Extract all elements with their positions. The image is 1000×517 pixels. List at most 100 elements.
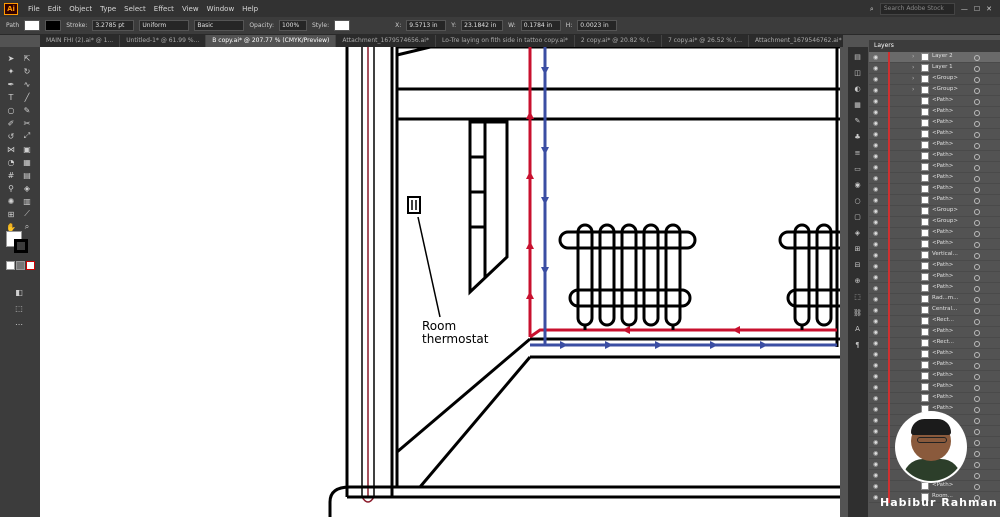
artboards-panel-icon[interactable]: ⊞	[853, 245, 862, 253]
target-circle-icon[interactable]	[974, 319, 980, 325]
layer-row[interactable]: ◉ › <Group>	[869, 85, 1000, 96]
target-circle-icon[interactable]	[974, 110, 980, 116]
target-circle-icon[interactable]	[974, 407, 980, 413]
visibility-eye-icon[interactable]: ◉	[873, 417, 878, 424]
more-tools-icon[interactable]: ⋯	[14, 319, 24, 329]
target-circle-icon[interactable]	[974, 297, 980, 303]
stock-search-input[interactable]: Search Adobe Stock	[879, 3, 955, 15]
visibility-eye-icon[interactable]: ◉	[873, 274, 878, 281]
visibility-eye-icon[interactable]: ◉	[873, 219, 878, 226]
width-tool-icon[interactable]: ⋈	[6, 144, 16, 154]
layer-row[interactable]: ◉ <Path>	[869, 349, 1000, 360]
tab-doc-6[interactable]: 2 copy.ai* @ 20.82 % (...	[575, 35, 662, 47]
layer-row[interactable]: ◉ Central...	[869, 305, 1000, 316]
layer-row[interactable]: ◉ <Path>	[869, 239, 1000, 250]
target-circle-icon[interactable]	[974, 187, 980, 193]
target-circle-icon[interactable]	[974, 198, 980, 204]
visibility-eye-icon[interactable]: ◉	[873, 483, 878, 490]
target-circle-icon[interactable]	[974, 99, 980, 105]
target-circle-icon[interactable]	[974, 176, 980, 182]
visibility-eye-icon[interactable]: ◉	[873, 395, 878, 402]
layer-row[interactable]: ◉ <Group>	[869, 217, 1000, 228]
visibility-eye-icon[interactable]: ◉	[873, 406, 878, 413]
artboard-canvas[interactable]: Room thermostat	[40, 47, 840, 517]
visibility-eye-icon[interactable]: ◉	[873, 153, 878, 160]
target-circle-icon[interactable]	[974, 154, 980, 160]
stroke-weight-field[interactable]: 3.2785 pt	[92, 20, 135, 31]
selection-tool-icon[interactable]: ➤	[6, 53, 16, 63]
layer-row[interactable]: ◉ <Path>	[869, 162, 1000, 173]
visibility-eye-icon[interactable]: ◉	[873, 164, 878, 171]
visibility-eye-icon[interactable]: ◉	[873, 472, 878, 479]
minimize-icon[interactable]: —	[961, 5, 968, 13]
menu-type[interactable]: Type	[100, 5, 116, 13]
close-icon[interactable]: ✕	[986, 5, 992, 13]
visibility-eye-icon[interactable]: ◉	[873, 230, 878, 237]
target-circle-icon[interactable]	[974, 363, 980, 369]
target-circle-icon[interactable]	[974, 220, 980, 226]
ellipse-tool-icon[interactable]: ○	[6, 105, 16, 115]
perspective-grid-icon[interactable]: ▦	[22, 157, 32, 167]
target-circle-icon[interactable]	[974, 440, 980, 446]
layer-row[interactable]: ◉ <Path>	[869, 393, 1000, 404]
appearance-panel-icon[interactable]: ○	[853, 197, 862, 205]
blend-tool-icon[interactable]: ◈	[22, 183, 32, 193]
layer-row[interactable]: ◉ <Path>	[869, 382, 1000, 393]
align-panel-icon[interactable]: ⊟	[853, 261, 862, 269]
maximize-icon[interactable]: ☐	[974, 5, 980, 13]
shaper-tool-icon[interactable]: ✐	[6, 118, 16, 128]
layer-row[interactable]: ◉ <Path>	[869, 118, 1000, 129]
visibility-eye-icon[interactable]: ◉	[873, 131, 878, 138]
layer-row[interactable]: ◉ <Path>	[869, 283, 1000, 294]
properties-panel-icon[interactable]: ▤	[853, 53, 862, 61]
visibility-eye-icon[interactable]: ◉	[873, 285, 878, 292]
layer-row[interactable]: ◉ <Path>	[869, 129, 1000, 140]
stroke-color-icon[interactable]	[14, 239, 28, 253]
target-circle-icon[interactable]	[974, 429, 980, 435]
screen-mode-icon[interactable]: ⬚	[14, 303, 24, 313]
layer-row[interactable]: ◉ <Path>	[869, 261, 1000, 272]
layer-row[interactable]: ◉ <Path>	[869, 107, 1000, 118]
target-circle-icon[interactable]	[974, 143, 980, 149]
visibility-eye-icon[interactable]: ◉	[873, 98, 878, 105]
w-field[interactable]: 0.1784 in	[520, 20, 561, 31]
visibility-eye-icon[interactable]: ◉	[873, 351, 878, 358]
visibility-eye-icon[interactable]: ◉	[873, 87, 878, 94]
visibility-eye-icon[interactable]: ◉	[873, 340, 878, 347]
menu-effect[interactable]: Effect	[154, 5, 174, 13]
shape-builder-icon[interactable]: ◔	[6, 157, 16, 167]
target-circle-icon[interactable]	[974, 55, 980, 61]
tab-doc-2[interactable]: Untitled-1* @ 61.99 %...	[120, 35, 207, 47]
brushes-panel-icon[interactable]: ✎	[853, 117, 862, 125]
target-circle-icon[interactable]	[974, 253, 980, 259]
visibility-eye-icon[interactable]: ◉	[873, 120, 878, 127]
tab-doc-3-active[interactable]: B copy.ai* @ 207.77 % (CMYK/Preview)	[206, 35, 337, 47]
layers-panel-icon[interactable]: ◈	[853, 229, 862, 237]
target-circle-icon[interactable]	[974, 330, 980, 336]
character-panel-icon[interactable]: A	[853, 325, 862, 333]
magic-wand-icon[interactable]: ✦	[6, 66, 16, 76]
visibility-eye-icon[interactable]: ◉	[873, 450, 878, 457]
visibility-eye-icon[interactable]: ◉	[873, 241, 878, 248]
tab-doc-1[interactable]: MAIN FHI (2).ai* @ 1...	[40, 35, 121, 47]
scissors-icon[interactable]: ✂	[22, 118, 32, 128]
visibility-eye-icon[interactable]: ◉	[873, 461, 878, 468]
layer-row[interactable]: ◉ Rad...m...	[869, 294, 1000, 305]
swatches-panel-icon[interactable]: ▦	[853, 101, 862, 109]
menu-window[interactable]: Window	[207, 5, 235, 13]
target-circle-icon[interactable]	[974, 77, 980, 83]
visibility-eye-icon[interactable]: ◉	[873, 318, 878, 325]
visibility-eye-icon[interactable]: ◉	[873, 109, 878, 116]
layer-row[interactable]: ◉ <Path>	[869, 195, 1000, 206]
libraries-panel-icon[interactable]: ◫	[853, 69, 862, 77]
expand-arrow-icon[interactable]: ›	[912, 64, 914, 71]
transparency-panel-icon[interactable]: ◉	[853, 181, 862, 189]
menu-select[interactable]: Select	[124, 5, 146, 13]
expand-arrow-icon[interactable]: ›	[912, 75, 914, 82]
target-circle-icon[interactable]	[974, 132, 980, 138]
visibility-eye-icon[interactable]: ◉	[873, 373, 878, 380]
h-field[interactable]: 0.0023 in	[577, 20, 618, 31]
line-tool-icon[interactable]: ╱	[22, 92, 32, 102]
layer-row[interactable]: ◉ <Path>	[869, 96, 1000, 107]
layer-row[interactable]: ◉ <Path>	[869, 140, 1000, 151]
